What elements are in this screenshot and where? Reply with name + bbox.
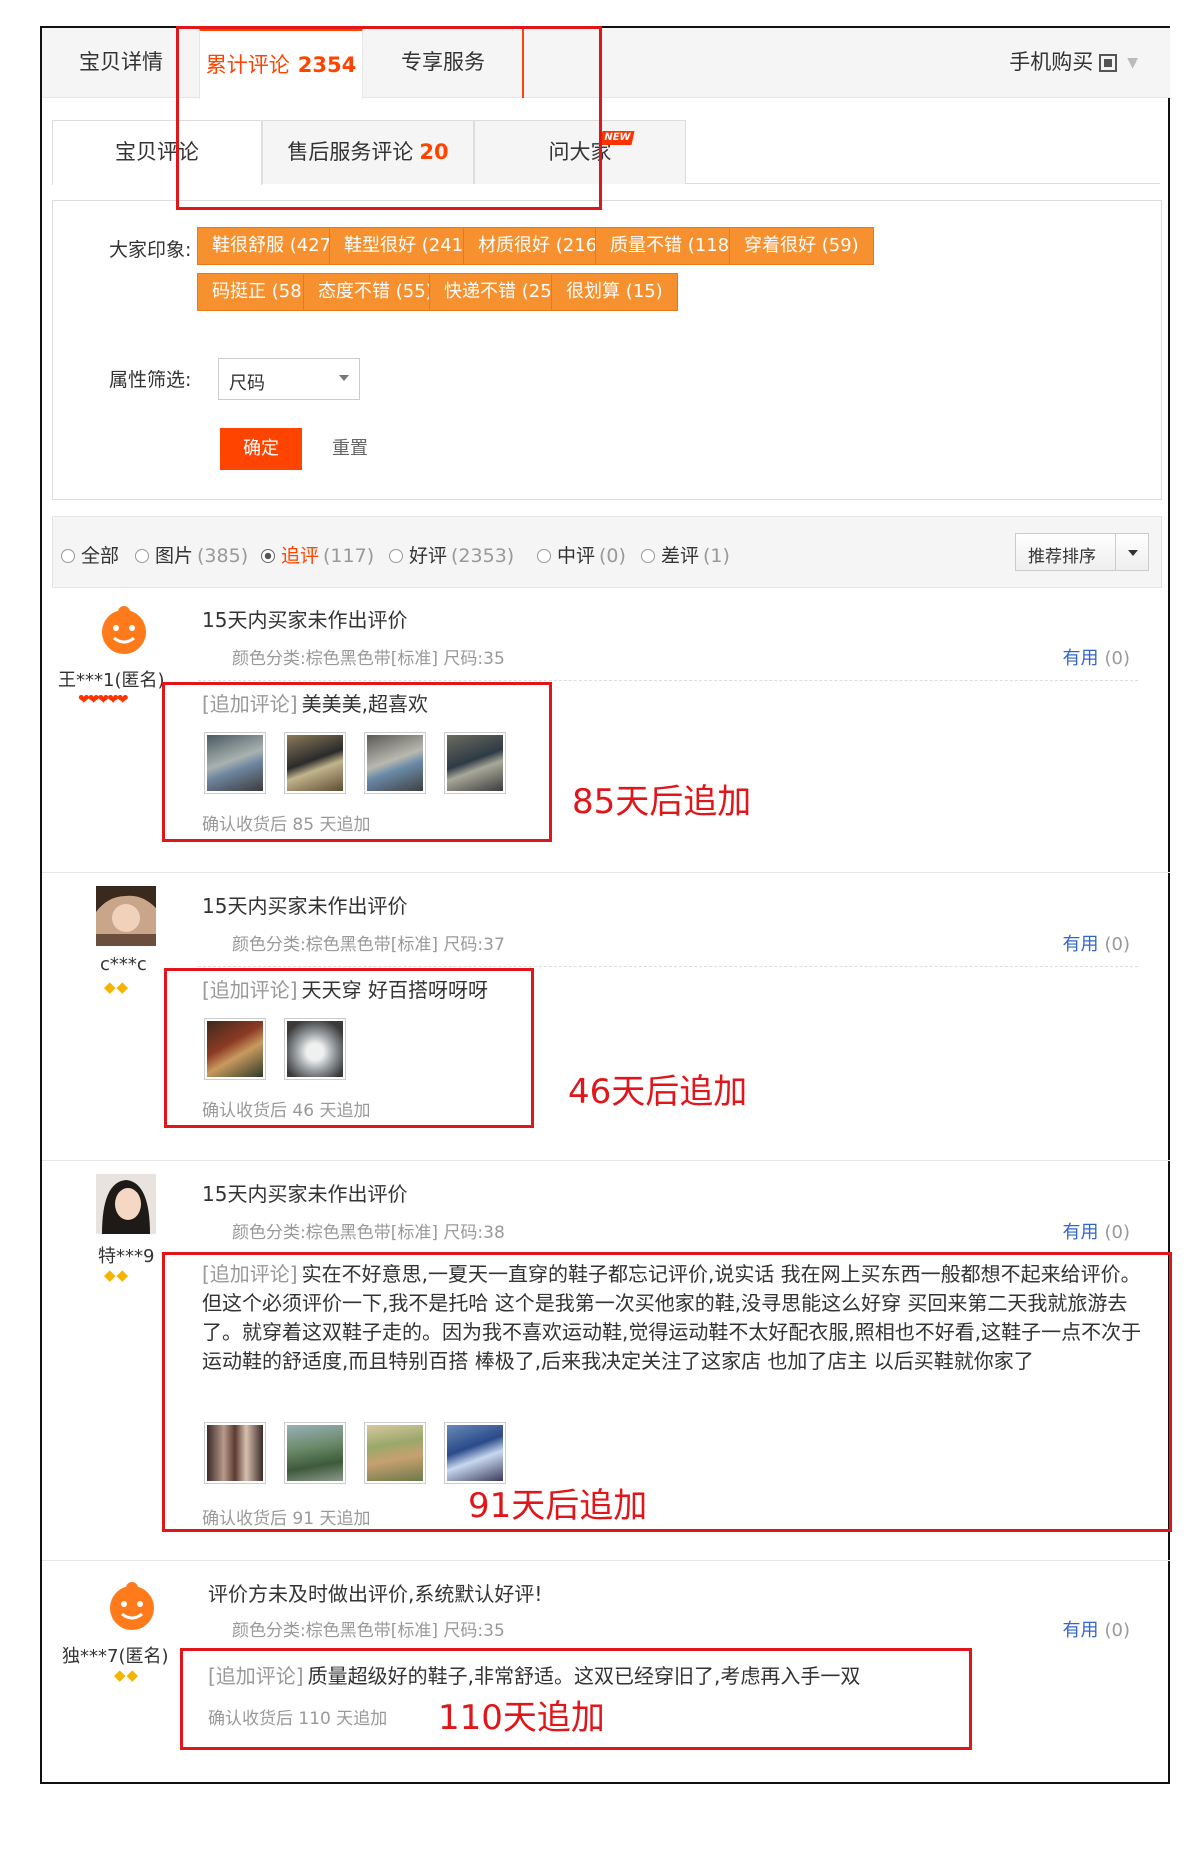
highlight-box (164, 968, 534, 1128)
filter-label: 图片 (155, 545, 194, 567)
review-title: 15天内买家未作出评价 (202, 608, 408, 632)
review-item: 王***1(匿名) ❤❤❤❤❤ 15天内买家未作出评价 颜色分类:棕色黑色带[标… (42, 588, 1170, 872)
avatar (102, 1574, 162, 1634)
avatar (96, 1174, 156, 1234)
buyer-level-diamonds-icon: ◆◆ (104, 1266, 130, 1284)
username: 特***9 (98, 1246, 155, 1267)
buyer-level-diamonds-icon: ◆◆ (114, 1666, 140, 1684)
review-meta: 颜色分类:棕色黑色带[标准] 尺码:35 (232, 649, 505, 669)
filter-label: 差评 (661, 545, 700, 567)
useful-button[interactable]: 有用 (0) (1063, 1616, 1131, 1642)
filter-count: (117) (323, 545, 375, 567)
review-title: 15天内买家未作出评价 (202, 1182, 408, 1206)
radio-icon (389, 549, 403, 563)
buyer-level-hearts-icon: ❤❤❤❤❤ (78, 692, 129, 708)
chevron-down-icon (1128, 550, 1138, 556)
divider (42, 872, 1170, 873)
mobile-buy-label: 手机购买 (1009, 50, 1094, 74)
review-meta: 颜色分类:棕色黑色带[标准] 尺码:37 (232, 935, 505, 955)
confirm-button[interactable]: 确定 (220, 428, 302, 470)
annotation-label: 110天追加 (438, 1698, 605, 1738)
useful-count: (0) (1104, 648, 1131, 669)
useful-label: 有用 (1062, 1222, 1099, 1243)
radio-icon (641, 549, 655, 563)
filter-pictures[interactable]: 图片 (385) (135, 541, 248, 568)
review-item: c***c ◆◆ 15天内买家未作出评价 颜色分类:棕色黑色带[标准] 尺码:3… (42, 874, 1170, 1160)
divider (42, 1160, 1170, 1161)
radio-icon (135, 549, 149, 563)
useful-button[interactable]: 有用 (0) (1063, 1218, 1131, 1244)
tab-label: 宝贝详情 (79, 50, 163, 74)
divider (198, 680, 1138, 681)
filter-label: 中评 (557, 545, 596, 567)
impression-tag[interactable]: 质量不错 (118) (595, 227, 752, 265)
useful-label: 有用 (1062, 934, 1099, 955)
review-title: 15天内买家未作出评价 (202, 894, 408, 918)
attr-filter-label: 属性筛选: (109, 369, 192, 391)
annotation-label: 46天后追加 (568, 1072, 748, 1112)
useful-count: (0) (1104, 1222, 1131, 1243)
impression-tag[interactable]: 鞋型很好 (241) (329, 227, 486, 265)
tabs-highlight-box (176, 26, 602, 210)
filter-label: 好评 (409, 545, 448, 567)
chevron-down-icon: ▼ (1127, 55, 1138, 71)
impressions-label: 大家印象: (109, 239, 192, 261)
qr-code-icon (1099, 54, 1118, 72)
divider (1115, 534, 1116, 570)
impression-tag[interactable]: 态度不错 (55) (303, 273, 448, 311)
useful-button[interactable]: 有用 (0) (1063, 930, 1131, 956)
review-item: 特***9 ◆◆ 15天内买家未作出评价 颜色分类:棕色黑色带[标准] 尺码:3… (42, 1162, 1172, 1560)
useful-label: 有用 (1062, 648, 1099, 669)
filter-appended[interactable]: 追评 (117) (261, 541, 374, 568)
radio-icon (61, 549, 75, 563)
filter-neutral[interactable]: 中评 (0) (537, 541, 626, 568)
product-tabs-panel: 宝贝详情 累计评论 2354 专享服务 手机购买 ▼ 宝贝评论 售后服务评论 20 问… (40, 26, 1172, 1784)
review-filter-row: 全部 图片 (385) 追评 (117) 好评 (2353) 中评 (0) 差评 (1) … (52, 516, 1162, 588)
highlight-box (162, 682, 552, 842)
chevron-down-icon (339, 375, 349, 381)
annotation-label: 91天后追加 (468, 1486, 648, 1526)
size-select[interactable]: 尺码 (218, 358, 360, 400)
sort-dropdown[interactable]: 推荐排序 (1015, 533, 1149, 571)
filter-all[interactable]: 全部 (61, 541, 119, 568)
username: 王***1(匿名) (58, 670, 165, 691)
buyer-level-diamonds-icon: ◆◆ (104, 978, 130, 996)
new-badge: NEW (599, 131, 635, 145)
filter-count: (1) (703, 545, 730, 567)
filter-count: (0) (599, 545, 626, 567)
highlight-box (162, 1252, 1172, 1532)
avatar (96, 886, 156, 946)
impression-tag[interactable]: 很划算 (15) (551, 273, 678, 311)
divider (198, 966, 1138, 967)
filter-count: (2353) (451, 545, 515, 567)
radio-icon (261, 549, 275, 563)
username: c***c (100, 954, 147, 975)
size-select-value: 尺码 (229, 373, 265, 394)
sort-label: 推荐排序 (1028, 547, 1096, 567)
useful-count: (0) (1104, 1620, 1131, 1641)
username: 独***7(匿名) (62, 1646, 169, 1667)
annotation-label: 85天后追加 (572, 782, 752, 822)
avatar (94, 598, 154, 658)
useful-label: 有用 (1062, 1620, 1099, 1641)
impression-tag[interactable]: 穿着很好 (59) (729, 227, 874, 265)
filter-positive[interactable]: 好评 (2353) (389, 541, 514, 568)
review-item: 独***7(匿名) ◆◆ 评价方未及时做出评价,系统默认好评! 颜色分类:棕色黑… (42, 1562, 1170, 1772)
filter-label: 全部 (81, 545, 120, 567)
mobile-buy-button[interactable]: 手机购买 ▼ (1009, 28, 1138, 97)
useful-button[interactable]: 有用 (0) (1063, 644, 1131, 670)
review-meta: 颜色分类:棕色黑色带[标准] 尺码:38 (232, 1223, 505, 1243)
review-meta: 颜色分类:棕色黑色带[标准] 尺码:35 (232, 1621, 505, 1641)
filter-negative[interactable]: 差评 (1) (641, 541, 730, 568)
filter-label: 追评 (281, 545, 320, 567)
reset-button[interactable]: 重置 (332, 428, 368, 470)
divider (42, 1560, 1170, 1561)
impression-filter-box: 大家印象: 鞋很舒服 (427) 鞋型很好 (241) 材质很好 (216) 质… (52, 200, 1162, 500)
useful-count: (0) (1104, 934, 1131, 955)
review-title: 评价方未及时做出评价,系统默认好评! (208, 1582, 543, 1606)
radio-icon (537, 549, 551, 563)
filter-count: (385) (197, 545, 249, 567)
